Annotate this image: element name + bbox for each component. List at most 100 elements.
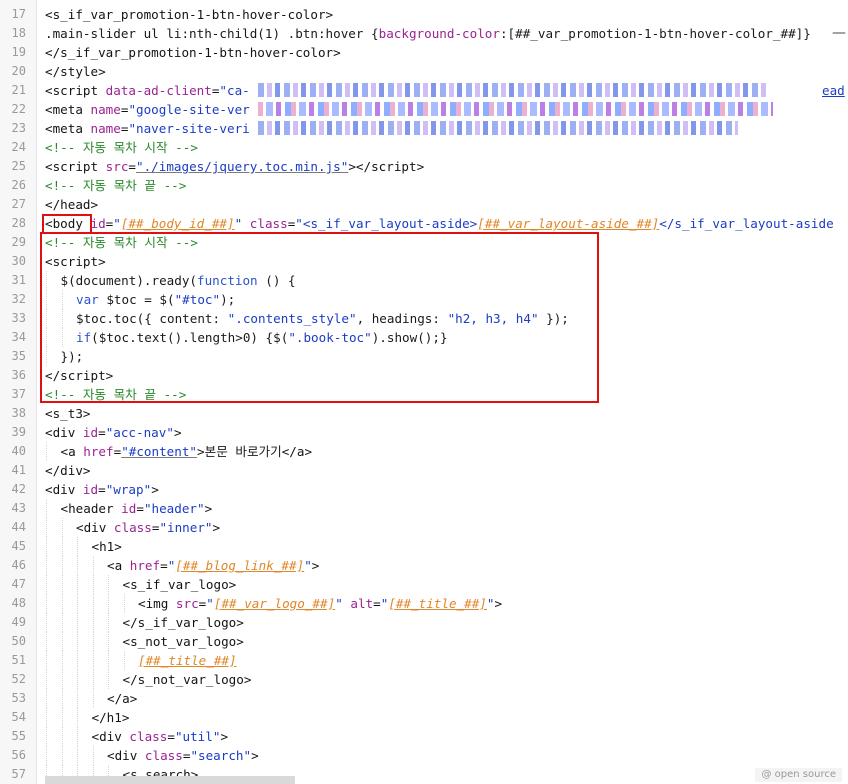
code-text: <script data-ad-client="ca-	[45, 83, 250, 98]
line-number: 18	[11, 26, 26, 40]
code-text: <div class="search">	[107, 748, 259, 763]
code-line[interactable]: 48 <img src="[##_var_logo_##]" alt="[##_t…	[0, 594, 848, 613]
code-line[interactable]: 27 </head>	[0, 195, 848, 214]
indent-guide	[46, 708, 48, 727]
code-line[interactable]: 39 <div id="acc-nav">	[0, 423, 848, 442]
toc-script-highlight	[40, 232, 599, 403]
code-text: <meta name="naver-site-veri	[45, 121, 250, 136]
line21-tail-text: ead	[822, 83, 845, 98]
indent-guide	[108, 613, 110, 632]
line-number: 36	[11, 368, 26, 382]
indent-guide	[108, 632, 110, 651]
indent-guide	[61, 537, 64, 556]
horizontal-scrollbar[interactable]	[45, 776, 295, 784]
code-text: </style>	[45, 64, 106, 79]
line-number: 21	[11, 83, 26, 97]
indent-guide	[77, 670, 79, 689]
scroll-top-button[interactable]: —	[830, 23, 848, 43]
code-text: </head>	[45, 197, 99, 212]
line-number: 25	[11, 159, 26, 173]
code-line[interactable]: 42 <div id="wrap">	[0, 480, 848, 499]
line-number: 49	[11, 615, 26, 629]
code-line[interactable]: 25 <script src="./images/jquery.toc.min.j…	[0, 157, 848, 176]
line-number: 51	[11, 653, 26, 667]
indent-guide	[108, 651, 110, 670]
line-number: 50	[11, 634, 26, 648]
code-text: <header id="header">	[60, 501, 213, 516]
code-line[interactable]: 40 <a href="#content">본문 바로가기</a>	[0, 442, 848, 461]
code-line[interactable]: 55 <div class="util">	[0, 727, 848, 746]
code-text: <s_if_var_promotion-1-btn-hover-color>	[45, 7, 334, 22]
dash-icon: —	[832, 25, 846, 41]
code-line[interactable]: 50 <s_not_var_logo>	[0, 632, 848, 651]
code-line[interactable]: 45 <h1>	[0, 537, 848, 556]
indent-guide	[92, 594, 95, 613]
code-text: </s_if_var_promotion-1-btn-hover-color>	[45, 45, 341, 60]
code-line[interactable]: 38 <s_t3>	[0, 404, 848, 423]
code-line[interactable]: 28 <body id="[##_body_id_##]" class="<s_i…	[0, 214, 848, 233]
code-text: </div>	[45, 463, 91, 478]
code-line[interactable]: 53 </a>	[0, 689, 848, 708]
code-text: <s_not_var_logo>	[122, 634, 244, 649]
line-number: 43	[11, 501, 26, 515]
indent-guide	[61, 613, 64, 632]
code-line[interactable]: 17 <s_if_var_promotion-1-btn-hover-color>	[0, 5, 848, 24]
code-line[interactable]: 54 </h1>	[0, 708, 848, 727]
code-line[interactable]: 26 <!-- 자동 목차 끝 -->	[0, 176, 848, 195]
line-number: 54	[11, 710, 26, 724]
indent-guide	[46, 442, 48, 461]
code-line[interactable]: 56 <div class="search">	[0, 746, 848, 765]
indent-guide	[61, 594, 64, 613]
code-text: </a>	[107, 691, 138, 706]
indent-guide	[77, 575, 79, 594]
code-line[interactable]: 52 </s_not_var_logo>	[0, 670, 848, 689]
line-number: 46	[11, 558, 26, 572]
code-text: </h1>	[91, 710, 130, 725]
code-line[interactable]: 46 <a href="[##_blog_link_##]">	[0, 556, 848, 575]
indent-guide	[77, 746, 79, 765]
line-number: 44	[11, 520, 26, 534]
code-line[interactable]: 24 <!-- 자동 목차 시작 -->	[0, 138, 848, 157]
indent-guide	[46, 537, 48, 556]
indent-guide	[92, 613, 95, 632]
code-line[interactable]: 44 <div class="inner">	[0, 518, 848, 537]
indent-guide	[92, 651, 95, 670]
indent-guide	[77, 537, 79, 556]
indent-guide	[123, 594, 126, 613]
line-number: 24	[11, 140, 26, 154]
indent-guide	[46, 746, 48, 765]
code-line[interactable]: 49 </s_if_var_logo>	[0, 613, 848, 632]
indent-guide	[46, 670, 48, 689]
indent-guide	[92, 632, 95, 651]
line-number: 33	[11, 311, 26, 325]
line-number: 56	[11, 748, 26, 762]
indent-guide	[77, 651, 79, 670]
code-line[interactable]: 43 <header id="header">	[0, 499, 848, 518]
code-editor[interactable]: 17 <s_if_var_promotion-1-btn-hover-color>…	[0, 0, 848, 784]
code-line[interactable]: 51 [##_title_##]	[0, 651, 848, 670]
code-text: <meta name="google-site-ver	[45, 102, 250, 117]
line-number: 40	[11, 444, 26, 458]
line-number: 35	[11, 349, 26, 363]
line-number: 22	[11, 102, 26, 116]
line-number: 37	[11, 387, 26, 401]
indent-guide	[46, 499, 48, 518]
code-line[interactable]: 47 <s_if_var_logo>	[0, 575, 848, 594]
code-line[interactable]: 41 </div>	[0, 461, 848, 480]
code-line[interactable]: 20 </style>	[0, 62, 848, 81]
indent-guide	[108, 670, 110, 689]
code-line[interactable]: 19 </s_if_var_promotion-1-btn-hover-color…	[0, 43, 848, 62]
line-number: 48	[11, 596, 26, 610]
indent-guide	[92, 670, 95, 689]
redacted-region	[258, 83, 768, 97]
line-number: 17	[11, 7, 26, 21]
line-number: 31	[11, 273, 26, 287]
line-number: 53	[11, 691, 26, 705]
indent-guide	[61, 670, 64, 689]
indent-guide	[61, 708, 64, 727]
line-number: 32	[11, 292, 26, 306]
redacted-region	[258, 102, 773, 116]
line-number: 55	[11, 729, 26, 743]
line-number: 39	[11, 425, 26, 439]
code-line[interactable]: 18 .main-slider ul li:nth-child(1) .btn:h…	[0, 24, 848, 43]
